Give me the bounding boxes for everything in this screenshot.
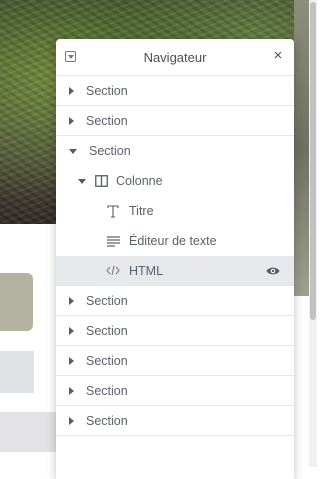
row-label: Section (86, 353, 128, 368)
navigator-title: Navigateur (143, 49, 207, 65)
caret-down-icon[interactable] (78, 178, 86, 184)
navigator-row-section[interactable]: Section (56, 376, 294, 406)
eye-icon[interactable] (266, 265, 280, 277)
navigator-row-heading[interactable]: Titre (56, 196, 294, 226)
row-label: Éditeur de texte (129, 234, 217, 248)
text-editor-icon (106, 234, 120, 248)
row-label: Section (86, 293, 128, 308)
navigator-row-section[interactable]: Section (56, 346, 294, 376)
background-right-photo (294, 0, 309, 296)
navigator-panel: Navigateur × Section Section Section Col… (56, 39, 294, 479)
column-icon (94, 174, 108, 188)
background-grey-block (0, 351, 34, 393)
caret-right-icon[interactable] (69, 86, 74, 95)
navigator-row-text-editor[interactable]: Éditeur de texte (56, 226, 294, 256)
row-label: Section (86, 113, 128, 128)
navigator-row-column[interactable]: Colonne (56, 166, 294, 196)
background-olive-block (0, 273, 33, 331)
caret-right-icon[interactable] (69, 326, 74, 335)
navigator-row-section[interactable]: Section (56, 406, 294, 436)
navigator-row-section[interactable]: Section (56, 286, 294, 316)
collapse-navigator-icon[interactable] (65, 51, 76, 62)
navigator-row-section[interactable]: Section (56, 106, 294, 136)
page-scrollbar-thumb[interactable] (310, 2, 316, 320)
navigator-header[interactable]: Navigateur × (56, 39, 294, 76)
row-label: Section (86, 83, 128, 98)
row-label: Section (86, 413, 128, 428)
navigator-row-section[interactable]: Section (56, 316, 294, 346)
close-icon[interactable]: × (272, 48, 284, 63)
caret-right-icon[interactable] (69, 116, 74, 125)
caret-right-icon[interactable] (69, 356, 74, 365)
row-label: Colonne (116, 174, 163, 188)
row-label: Section (86, 323, 128, 338)
row-label: Section (89, 144, 131, 158)
heading-icon (106, 204, 120, 218)
caret-right-icon[interactable] (69, 416, 74, 425)
caret-right-icon[interactable] (69, 386, 74, 395)
navigator-row-section[interactable]: Section (56, 76, 294, 106)
caret-right-icon[interactable] (69, 296, 74, 305)
row-label: Titre (129, 204, 154, 218)
row-label: Section (86, 383, 128, 398)
code-icon (106, 264, 120, 278)
caret-down-icon[interactable] (69, 148, 77, 154)
row-label: HTML (129, 263, 164, 278)
navigator-row-html[interactable]: HTML (56, 256, 294, 286)
navigator-row-section-expanded[interactable]: Section (56, 136, 294, 166)
